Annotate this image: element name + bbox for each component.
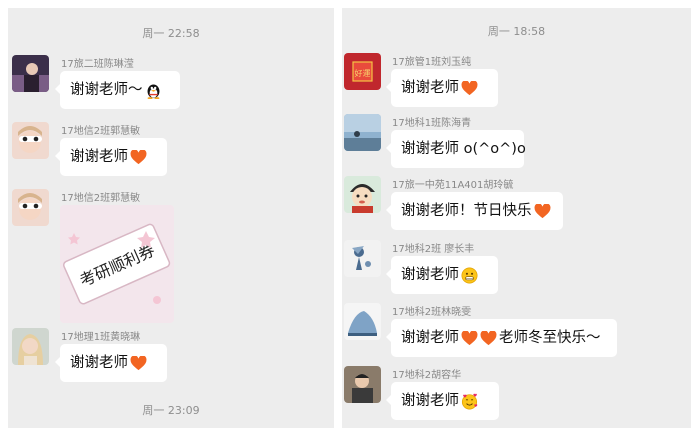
message-text: 谢谢老师 xyxy=(70,355,128,371)
message-bubble[interactable]: 谢谢老师 xyxy=(386,382,499,420)
sender-name: 17地科2班 廖长丰 xyxy=(392,244,475,255)
heart-icon xyxy=(461,330,478,345)
message-bubble[interactable]: 谢谢老师 xyxy=(55,344,167,382)
message-bubble[interactable]: 谢谢老师 o(^o^)o xyxy=(386,130,526,168)
message-bubble[interactable]: 谢谢老师～ xyxy=(55,71,180,109)
sender-name: 17地科2胡容华 xyxy=(392,370,462,381)
heart-icon xyxy=(461,80,478,95)
avatar[interactable] xyxy=(12,328,49,365)
chat-panel-left: 周一 22:58 17旅二班陈琳滢 谢谢老师～ 17地信2班郭慧敏 谢谢老师 1… xyxy=(8,8,334,428)
sender-name: 17地信2班郭慧敏 xyxy=(61,126,141,137)
message-text-suffix: 老师冬至快乐～ xyxy=(499,330,601,346)
sender-name: 17地科2班林晓雯 xyxy=(392,307,472,318)
sender-name: 17旅二班陈琳滢 xyxy=(61,59,134,70)
message-text: 谢谢老师 o(^o^)o xyxy=(401,141,526,157)
message-text: 谢谢老师 xyxy=(401,267,459,283)
sticker-image[interactable]: 考研顺利券 xyxy=(60,205,174,323)
grin-face-icon xyxy=(461,267,478,283)
heart-icon xyxy=(534,203,550,218)
message-bubble[interactable]: 谢谢老师 老师冬至快乐～ xyxy=(386,319,617,357)
message-bubble[interactable]: 谢谢老师！节日快乐 xyxy=(386,192,563,230)
message-text: 谢谢老师 xyxy=(70,149,128,165)
avatar-text: 好運 xyxy=(355,68,371,78)
heart-icon xyxy=(130,355,147,370)
sender-name: 17旅一中苑11A401胡玲毓 xyxy=(392,180,514,191)
message-text: 谢谢老师 xyxy=(401,393,459,409)
avatar[interactable] xyxy=(344,240,381,277)
heart-icon xyxy=(480,330,497,345)
qq-penguin-icon xyxy=(147,84,159,99)
avatar[interactable] xyxy=(344,176,381,213)
sender-name: 17旅管1班刘玉纯 xyxy=(392,57,472,68)
heart-icon xyxy=(130,149,147,164)
timestamp: 周一 23:09 xyxy=(142,404,200,417)
sender-name: 17地科1班陈海青 xyxy=(392,118,472,129)
sender-name: 17地理1班黄晓琳 xyxy=(61,332,141,343)
smiling-face-hearts-icon xyxy=(461,393,478,409)
message-bubble[interactable]: 谢谢老师 xyxy=(386,256,498,294)
sender-name: 17地信2班郭慧敏 xyxy=(61,193,141,204)
avatar[interactable] xyxy=(12,122,49,159)
timestamp: 周一 22:58 xyxy=(142,27,200,40)
message-text: 谢谢老师 xyxy=(401,330,459,346)
message-text: 谢谢老师！节日快乐 xyxy=(401,203,532,219)
avatar[interactable] xyxy=(344,303,381,340)
timestamp: 周一 18:58 xyxy=(487,25,546,38)
message-text: 谢谢老师～ xyxy=(70,82,143,98)
chat-panel-right: 周一 18:58 好運 17旅管1班刘玉纯 谢谢老师 17地科1班陈海青 谢谢老… xyxy=(342,8,691,428)
message-bubble[interactable]: 谢谢老师 xyxy=(55,138,167,176)
avatar[interactable] xyxy=(344,114,381,151)
message-text: 谢谢老师 xyxy=(401,80,459,96)
avatar[interactable] xyxy=(12,189,49,226)
avatar[interactable] xyxy=(344,366,381,403)
avatar[interactable] xyxy=(12,55,49,92)
message-bubble[interactable]: 谢谢老师 xyxy=(386,69,498,107)
avatar[interactable]: 好運 xyxy=(344,53,381,90)
